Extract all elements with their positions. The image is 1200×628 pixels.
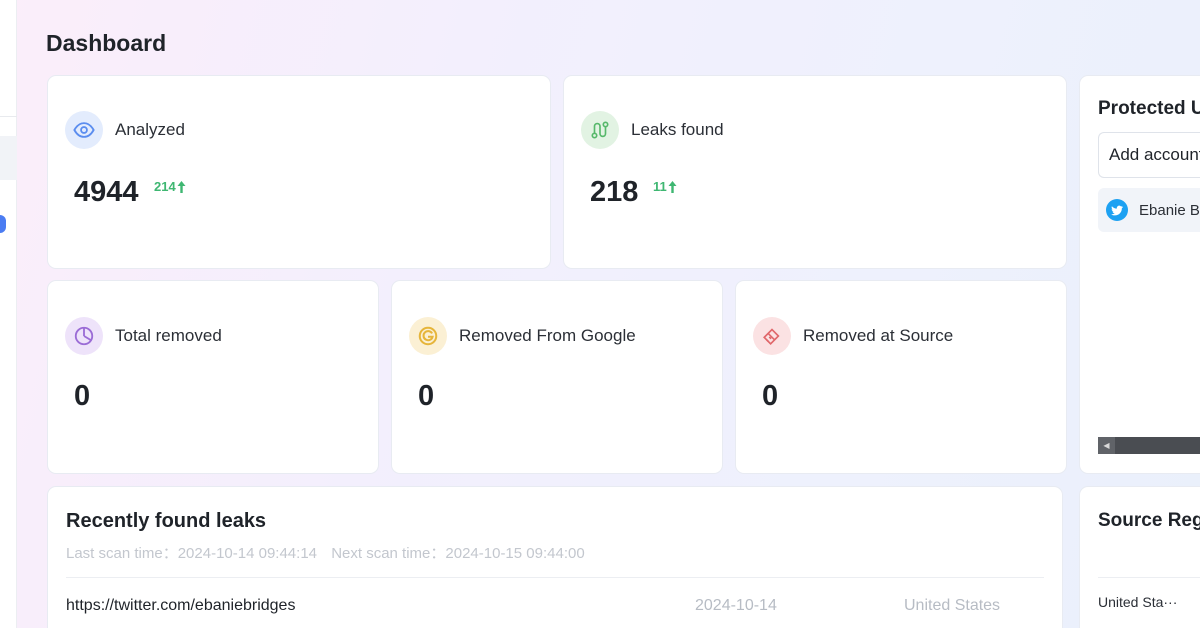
leaks-found-card[interactable]: Leaks found 218 11 <box>563 75 1067 269</box>
arrow-up-icon <box>177 180 186 193</box>
analyzed-delta-value: 214 <box>154 179 176 194</box>
twitter-icon <box>1106 199 1128 221</box>
last-scan-time: 2024-10-14 09:44:14 <box>177 545 318 562</box>
total-removed-card[interactable]: Total removed 0 <box>47 280 379 474</box>
leaks-found-delta: 11 <box>653 179 677 194</box>
account-item[interactable]: Ebanie Br <box>1098 188 1200 232</box>
page-title: Dashboard <box>46 30 167 56</box>
source-region-item: United Sta··· <box>1098 594 1178 610</box>
divider <box>66 577 1044 578</box>
protected-title: Protected U <box>1098 98 1200 119</box>
leak-region: United States <box>904 597 1001 614</box>
account-name: Ebanie Br <box>1139 201 1200 219</box>
protected-panel: Protected U Add account Ebanie Br ◀ <box>1079 75 1200 474</box>
scroll-left-icon[interactable]: ◀ <box>1098 437 1115 454</box>
recent-leaks-title: Recently found leaks <box>66 510 267 532</box>
analyzed-value: 4944 <box>74 176 139 208</box>
total-removed-label: Total removed <box>115 326 222 345</box>
source-regions-card: Source Reg United Sta··· <box>1079 486 1200 628</box>
analyzed-delta: 214 <box>154 179 186 194</box>
eraser-icon <box>753 317 791 355</box>
scan-info: Last scan time：2024-10-14 09:44:14 Next … <box>66 542 595 563</box>
removed-google-label: Removed From Google <box>459 326 636 345</box>
analyzed-label: Analyzed <box>115 120 185 139</box>
removed-source-label: Removed at Source <box>803 326 954 345</box>
leaks-found-value: 218 <box>590 176 639 208</box>
last-scan: Last scan time：2024-10-14 09:44:14 <box>66 545 317 562</box>
analyzed-card[interactable]: Analyzed 4944 214 <box>47 75 551 269</box>
next-scan: Next scan time：2024-10-15 09:44:00 <box>331 545 585 562</box>
recent-leaks-card: Recently found leaks Last scan time：2024… <box>47 486 1063 628</box>
removed-google-value: 0 <box>418 380 435 412</box>
removed-source-card[interactable]: Removed at Source 0 <box>735 280 1067 474</box>
arrow-up-icon <box>668 180 677 193</box>
sidebar-divider <box>0 116 17 117</box>
pie-chart-icon <box>65 317 103 355</box>
source-regions-title: Source Reg <box>1098 510 1200 531</box>
leak-url-link[interactable]: https://twitter.com/ebaniebridges <box>66 597 295 615</box>
google-icon <box>409 317 447 355</box>
next-scan-label: Next scan time： <box>331 545 446 562</box>
leak-path-icon <box>581 111 619 149</box>
total-removed-value: 0 <box>74 380 91 412</box>
last-scan-label: Last scan time： <box>66 545 178 562</box>
eye-icon <box>65 111 103 149</box>
leak-date: 2024-10-14 <box>695 597 777 614</box>
horizontal-scrollbar[interactable]: ◀ <box>1098 437 1200 454</box>
sidebar-active-item[interactable] <box>0 136 17 180</box>
add-account-button[interactable]: Add account <box>1098 132 1200 178</box>
next-scan-time: 2024-10-15 09:44:00 <box>445 545 585 562</box>
removed-source-value: 0 <box>762 380 779 412</box>
divider <box>1098 577 1200 578</box>
leaks-found-delta-value: 11 <box>653 179 667 194</box>
sidebar-collapse-handle[interactable] <box>0 215 6 233</box>
sidebar <box>0 0 17 628</box>
table-row[interactable]: https://twitter.com/ebaniebridges 2024-1… <box>66 597 1044 619</box>
leaks-found-label: Leaks found <box>631 120 724 139</box>
removed-google-card[interactable]: Removed From Google 0 <box>391 280 723 474</box>
